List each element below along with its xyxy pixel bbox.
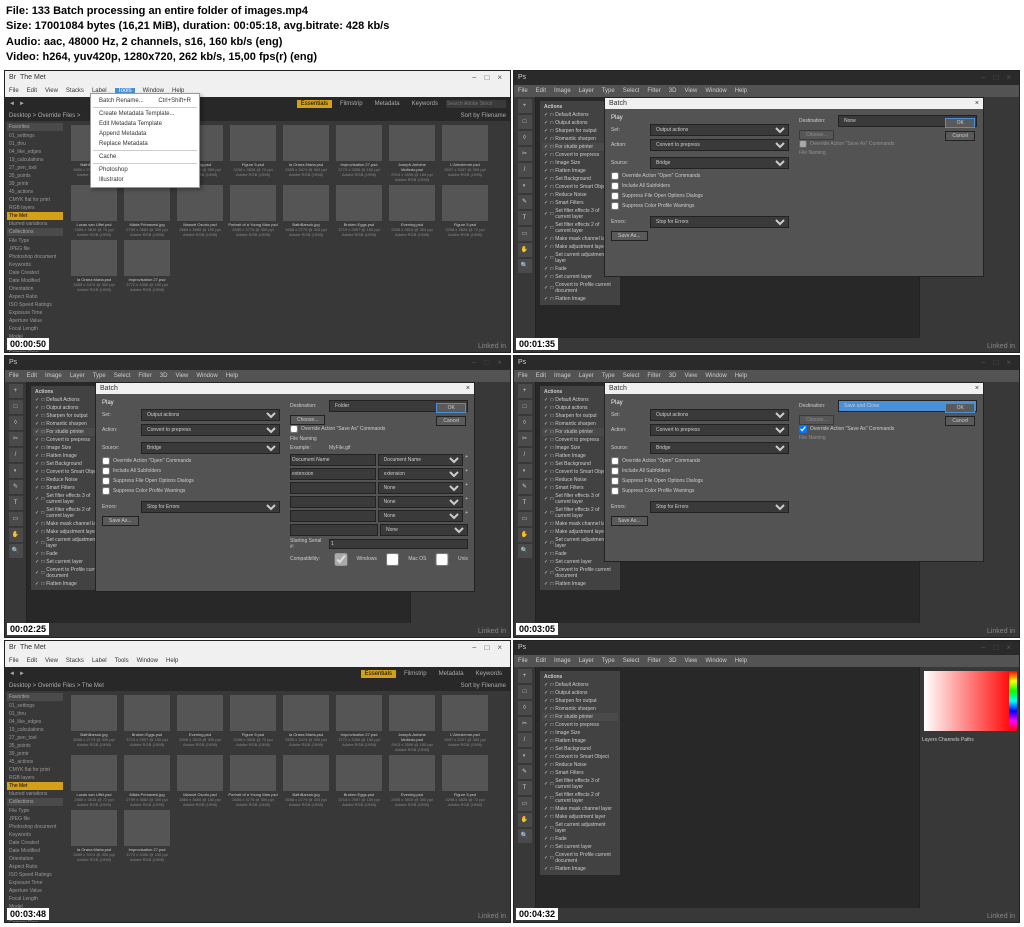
- frame-2: Ps −□× FileEditImageLayerTypeSelectFilte…: [513, 70, 1020, 353]
- frame-3: Ps−□× FileEditImageLayerTypeSelectFilter…: [4, 355, 511, 638]
- file-label: File:: [6, 5, 29, 17]
- ps-menubar[interactable]: FileEditImageLayerTypeSelectFilter3DView…: [514, 85, 1019, 97]
- thumbnail[interactable]: Figure 5.psd3298 x 3828 @ 72 ppiAdobe RG…: [440, 755, 490, 807]
- thumbnail[interactable]: Evening.psd2505 x 3815 @ 300 ppiAdobe RG…: [387, 185, 437, 237]
- thumbnail-grid: Br The Met −□× File Edit View Stacks Lab…: [0, 70, 1024, 927]
- bridge-content: Favorites 01_settings 01_thru 04_like_ed…: [5, 121, 510, 348]
- thumbnail[interactable]: Mäda Primavesi.jpg2799 x 3682 @ 300 ppiA…: [122, 185, 172, 237]
- batch-rename-item[interactable]: Batch Rename... Ctrl+Shift+R: [93, 96, 197, 106]
- thumbnail[interactable]: Manuel Osorio.psd2884 x 3685 @ 150 ppiAd…: [175, 185, 225, 237]
- search-input[interactable]: [446, 100, 506, 108]
- bridge-toolbar: ◄ ► Essentials Filmstrip Metadata Keywor…: [5, 97, 510, 111]
- source-select[interactable]: Bridge: [650, 157, 789, 169]
- thumbnail[interactable]: Evening.psd2505 x 3815 @ 300 ppiAdobe RG…: [387, 755, 437, 807]
- frame-6: Ps−□× FileEditImageLayerTypeSelectFilter…: [513, 640, 1020, 923]
- favorites-header: Favorites: [7, 123, 63, 131]
- thumbnail[interactable]: Portrait of a Young Man.psd2655 x 3776 @…: [228, 185, 278, 237]
- thumbnail[interactable]: Manuel Osorio.psd2884 x 3685 @ 150 ppiAd…: [175, 755, 225, 807]
- frame-1: Br The Met −□× File Edit View Stacks Lab…: [4, 70, 511, 353]
- close-icon[interactable]: ×: [975, 385, 979, 392]
- workspace-essentials[interactable]: Essentials: [297, 100, 332, 108]
- action-select[interactable]: Convert to prepress: [650, 139, 789, 151]
- thumbnail[interactable]: L'Arlesienne.psd2697 x 3437 @ 300 ppiAdo…: [440, 695, 490, 752]
- choose-button[interactable]: Choose...: [799, 130, 834, 140]
- thumbnail[interactable]: Figure 5.psd3298 x 3828 @ 72 ppiAdobe RG…: [228, 695, 278, 752]
- layers-panel[interactable]: Layers Channels Paths: [920, 735, 1019, 745]
- saveas-button[interactable]: Save As...: [611, 231, 648, 241]
- video-label: Video:: [6, 51, 39, 63]
- thumbnail[interactable]: Lucas van Uffel.psd2985 x 3815 @ 72 ppiA…: [69, 755, 119, 807]
- close-icon[interactable]: ×: [466, 385, 470, 392]
- bridge-logo: Br: [9, 74, 16, 81]
- frame-5: BrThe Met−□× FileEditViewStacksLabelTool…: [4, 640, 511, 923]
- window-controls[interactable]: −□×: [472, 73, 506, 82]
- thumbnail[interactable]: Improvisation 27.psd3772 x 3356 @ 150 pp…: [122, 240, 172, 292]
- ps-logo: Ps: [518, 74, 526, 81]
- thumbnail[interactable]: Figure 5.psd3298 x 3828 @ 72 ppiAdobe RG…: [228, 125, 278, 182]
- thumbnail[interactable]: Evening.psd2505 x 3815 @ 300 ppiAdobe RG…: [175, 695, 225, 752]
- thumbnail[interactable]: BathBarsuk.jpg3656 x 2779 @ 300 ppiAdobe…: [281, 755, 331, 807]
- size-label: Size:: [6, 20, 32, 32]
- bridge-titlebar: Br The Met −□×: [5, 71, 510, 85]
- cancel-button[interactable]: Cancel: [945, 131, 975, 141]
- bridge-sidebar: Favorites 01_settings 01_thru 04_like_ed…: [5, 121, 65, 348]
- ps-toolbar[interactable]: +□◊✂/◐✎T▭✋🔍: [514, 97, 536, 338]
- file-info-block: File: 133 Batch processing an entire fol…: [0, 0, 1024, 70]
- frame-4: Ps−□× FileEditImageLayerTypeSelectFilter…: [513, 355, 1020, 638]
- file-name: 133 Batch processing an entire folder of…: [32, 5, 308, 17]
- size-value: 17001084 bytes (16,21 MiB), duration: 00…: [35, 20, 390, 32]
- audio-label: Audio:: [6, 36, 41, 48]
- bridge-title: The Met: [20, 74, 46, 81]
- thumbnail[interactable]: Figure 5.psd3298 x 3828 @ 72 ppiAdobe RG…: [440, 185, 490, 237]
- ps-toolbar[interactable]: +□◊✂/◐✎T▭✋🔍: [5, 382, 27, 623]
- batch-dialog: Batch× Play Set:Output actions Action:Co…: [604, 382, 984, 562]
- thumbnail[interactable]: Broken Eggs.psd3715 x 2957 @ 150 ppiAdob…: [334, 185, 384, 237]
- batch-dialog: Batch× Play Set:Output actions Action:Co…: [604, 97, 984, 277]
- thumbnail[interactable]: L'Arlesienne.psd2697 x 3437 @ 300 ppiAdo…: [440, 125, 490, 182]
- audio-value: aac, 48000 Hz, 2 channels, s16, 160 kb/s…: [44, 36, 282, 48]
- fwd-icon[interactable]: ►: [19, 101, 25, 107]
- bridge-menubar[interactable]: File Edit View Stacks Label Tools Window…: [5, 85, 510, 97]
- thumbnail[interactable]: Broken Eggs.psd3715 x 2957 @ 150 ppiAdob…: [122, 695, 172, 752]
- set-select[interactable]: Output actions: [650, 124, 789, 136]
- thumbnail[interactable]: Joseph-Antoine Moltedo.psd2913 x 3596 @ …: [387, 125, 437, 182]
- thumbnail[interactable]: Mäda Primavesi.jpg2799 x 3682 @ 300 ppiA…: [122, 755, 172, 807]
- thumbnail[interactable]: BathBarsuk.jpg3656 x 2779 @ 300 ppiAdobe…: [281, 185, 331, 237]
- thumbnail[interactable]: BathBarsuk.jpg3656 x 2779 @ 300 ppiAdobe…: [69, 695, 119, 752]
- thumbnail[interactable]: Ia Orana Maria.psd2655 x 3474 @ 300 ppiA…: [69, 810, 119, 862]
- back-icon[interactable]: ◄: [9, 101, 15, 107]
- hue-slider[interactable]: [1009, 671, 1017, 731]
- batch-dialog: Batch× Play Set:Output actions Action:Co…: [95, 382, 475, 592]
- ok-button[interactable]: OK: [945, 118, 975, 128]
- thumbnail[interactable]: Joseph-Antoine Moltedo.psd2913 x 3596 @ …: [387, 695, 437, 752]
- color-picker[interactable]: [924, 671, 1014, 731]
- errors-select[interactable]: Stop for Errors: [650, 216, 789, 228]
- thumbnail[interactable]: Improvisation 27.psd3772 x 3356 @ 150 pp…: [334, 695, 384, 752]
- video-value: h264, yuv420p, 1280x720, 262 kb/s, 15,00…: [42, 51, 317, 63]
- thumbnail[interactable]: Ia Orana Maria.psd2655 x 3474 @ 300 ppiA…: [69, 240, 119, 292]
- ps-titlebar: Ps −□×: [514, 71, 1019, 85]
- timestamp: 00:00:50: [7, 338, 49, 350]
- thumbnail[interactable]: Portrait of a Young Man.psd2655 x 3776 @…: [228, 755, 278, 807]
- thumbnail[interactable]: Broken Eggs.psd3715 x 2957 @ 150 ppiAdob…: [334, 755, 384, 807]
- tools-dropdown[interactable]: Batch Rename... Ctrl+Shift+R Create Meta…: [90, 93, 200, 188]
- close-icon[interactable]: ×: [975, 100, 979, 107]
- linkedin-watermark: Linked in: [478, 343, 506, 350]
- breadcrumb-bar: Desktop > Override Files > Sort by Filen…: [5, 111, 510, 121]
- thumbnail[interactable]: Improvisation 27.psd3772 x 3356 @ 150 pp…: [122, 810, 172, 862]
- thumbnail[interactable]: Lucas van Uffel.psd2985 x 3815 @ 72 ppiA…: [69, 185, 119, 237]
- thumbnail[interactable]: Ia Orana Maria.psd2655 x 3474 @ 300 ppiA…: [281, 695, 331, 752]
- thumbnail[interactable]: Improvisation 27.psd3772 x 3356 @ 150 pp…: [334, 125, 384, 182]
- thumbnail[interactable]: Ia Orana Maria.psd2655 x 3474 @ 300 ppiA…: [281, 125, 331, 182]
